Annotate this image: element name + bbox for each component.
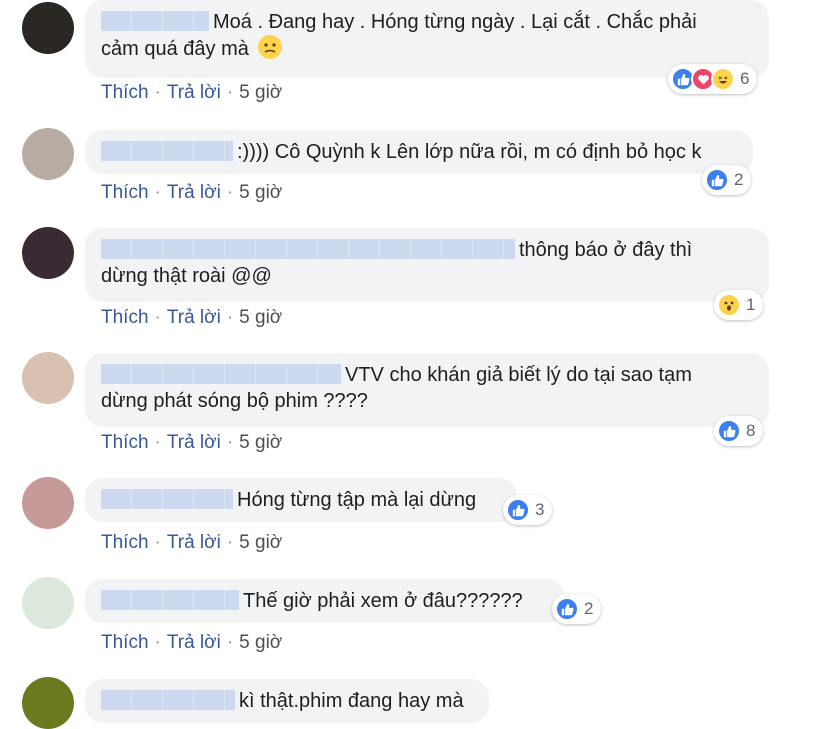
comment-text: Hóng từng tập mà lại dừng — [237, 489, 477, 511]
reaction-count: 8 — [746, 421, 756, 440]
avatar[interactable] — [22, 128, 74, 180]
separator: · — [154, 632, 161, 653]
separator: · — [226, 532, 234, 553]
comment-text: :)))) Cô Quỳnh k Lên lớp nữa rồi, m có đ… — [237, 141, 702, 163]
like-link[interactable]: Thích — [101, 432, 149, 453]
reaction-summary[interactable]: 1 — [714, 290, 764, 320]
blurred-name[interactable] — [101, 489, 233, 509]
avatar[interactable] — [22, 677, 74, 729]
timestamp[interactable]: 5 giờ — [239, 632, 282, 653]
comment-bubble: kì thật.phim đang hay mà — [85, 679, 489, 723]
avatar[interactable] — [22, 577, 74, 629]
comment-thread: Moá . Đang hay . Hóng từng ngày . Lại cắ… — [0, 0, 826, 729]
comment-text-2: dừng phát sóng bộ phim ???? — [101, 390, 368, 412]
comment-actions: Thích · Trả lời · 5 giờ — [101, 532, 282, 554]
like-icon — [555, 597, 579, 621]
separator: · — [226, 82, 234, 103]
comment-bubble: Thế giờ phải xem ở đâu?????? — [85, 579, 565, 623]
avatar[interactable] — [22, 2, 74, 54]
timestamp[interactable]: 5 giờ — [239, 182, 282, 203]
reaction-summary[interactable]: 3 — [503, 495, 553, 525]
reaction-summary[interactable]: 8 — [714, 416, 764, 446]
like-icon — [705, 168, 729, 192]
reaction-count: 2 — [734, 170, 744, 189]
reaction-summary[interactable]: 6 — [668, 64, 758, 94]
blurred-name[interactable] — [101, 690, 235, 710]
timestamp[interactable]: 5 giờ — [239, 432, 282, 453]
separator: · — [154, 82, 161, 103]
haha-icon — [711, 67, 735, 91]
reply-link[interactable]: Trả lời — [167, 632, 221, 653]
reply-link[interactable]: Trả lời — [167, 307, 221, 328]
comment-actions: Thích · Trả lời · 5 giờ — [101, 432, 282, 454]
comment-text: Thế giờ phải xem ở đâu?????? — [243, 590, 523, 612]
reply-link[interactable]: Trả lời — [167, 532, 221, 553]
separator: · — [154, 432, 161, 453]
blurred-name[interactable] — [101, 11, 209, 31]
comment-actions: Thích · Trả lời · 5 giờ — [101, 182, 282, 204]
like-link[interactable]: Thích — [101, 532, 149, 553]
reaction-summary[interactable]: 2 — [702, 165, 752, 195]
comment-actions: Thích · Trả lời · 5 giờ — [101, 307, 282, 329]
separator: · — [226, 307, 234, 328]
avatar[interactable] — [22, 477, 74, 529]
worried-emoji-icon — [258, 35, 283, 59]
avatar[interactable] — [22, 352, 74, 404]
comment-bubble: thông báo ở đây thì dừng thật roài @@ — [85, 228, 769, 302]
comment-actions: Thích · Trả lời · 5 giờ — [101, 82, 282, 104]
timestamp[interactable]: 5 giờ — [239, 307, 282, 328]
reaction-summary[interactable]: 2 — [552, 594, 602, 624]
comment-bubble: Hóng từng tập mà lại dừng — [85, 478, 517, 522]
comment-text: kì thật.phim đang hay mà — [239, 690, 464, 712]
blurred-name[interactable] — [101, 364, 341, 384]
separator: · — [226, 432, 234, 453]
reply-link[interactable]: Trả lời — [167, 182, 221, 203]
reply-link[interactable]: Trả lời — [167, 82, 221, 103]
reaction-count: 3 — [535, 500, 545, 519]
comment-text: thông báo ở đây thì — [519, 239, 693, 261]
like-link[interactable]: Thích — [101, 82, 149, 103]
comment-bubble: :)))) Cô Quỳnh k Lên lớp nữa rồi, m có đ… — [85, 130, 753, 174]
like-link[interactable]: Thích — [101, 307, 149, 328]
blurred-name[interactable] — [101, 141, 233, 161]
blurred-name[interactable] — [101, 239, 515, 259]
separator: · — [226, 632, 234, 653]
wow-icon — [717, 293, 741, 317]
comment-actions: Thích · Trả lời · 5 giờ — [101, 632, 282, 654]
comment-text-2: dừng thật roài @@ — [101, 265, 272, 287]
comment-text-2: cảm quá đây mà — [101, 38, 249, 60]
reaction-count: 1 — [746, 295, 756, 314]
reaction-count: 2 — [584, 599, 594, 618]
separator: · — [154, 182, 161, 203]
timestamp[interactable]: 5 giờ — [239, 532, 282, 553]
avatar[interactable] — [22, 227, 74, 279]
comment-text: VTV cho khán giả biết lý do tại sao tạm — [345, 364, 692, 386]
comment-bubble: VTV cho khán giả biết lý do tại sao tạm … — [85, 353, 769, 427]
separator: · — [226, 182, 234, 203]
timestamp[interactable]: 5 giờ — [239, 82, 282, 103]
comment-text: Moá . Đang hay . Hóng từng ngày . Lại cắ… — [213, 11, 697, 33]
comment-bubble: Moá . Đang hay . Hóng từng ngày . Lại cắ… — [85, 0, 769, 78]
reaction-count: 6 — [740, 69, 750, 88]
like-link[interactable]: Thích — [101, 182, 149, 203]
reply-link[interactable]: Trả lời — [167, 432, 221, 453]
blurred-name[interactable] — [101, 590, 239, 610]
separator: · — [154, 307, 161, 328]
separator: · — [154, 532, 161, 553]
like-link[interactable]: Thích — [101, 632, 149, 653]
like-icon — [506, 498, 530, 522]
like-icon — [717, 419, 741, 443]
